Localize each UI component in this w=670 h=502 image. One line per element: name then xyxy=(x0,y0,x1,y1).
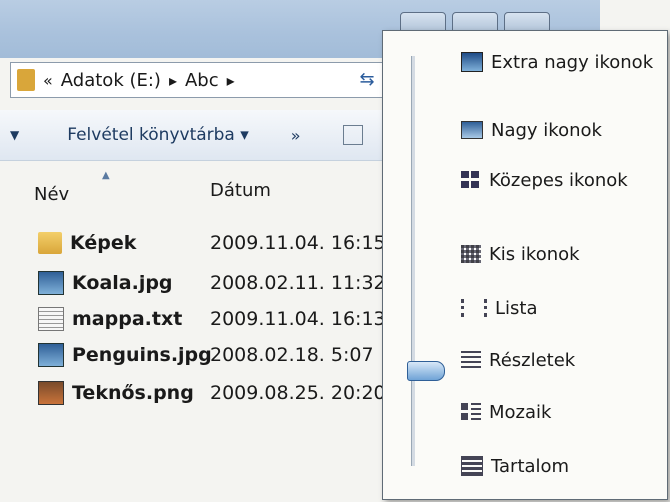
column-header-name[interactable]: Név xyxy=(34,184,69,205)
breadcrumb-separator-icon[interactable]: ▸ xyxy=(227,71,235,90)
overflow-chevron[interactable]: « xyxy=(43,71,53,90)
file-row[interactable]: Koala.jpg 2008.02.11. 11:32 xyxy=(38,268,398,298)
details-icon xyxy=(461,351,481,369)
menu-item-label: Közepes ikonok xyxy=(489,169,628,191)
tiles-icon xyxy=(461,403,481,421)
view-slider-thumb[interactable] xyxy=(407,361,445,381)
file-row[interactable]: mappa.txt 2009.11.04. 16:13 xyxy=(38,304,398,334)
file-date: 2008.02.11. 11:32 xyxy=(210,272,386,294)
menu-item-extra-large-icons[interactable]: Extra nagy ikonok xyxy=(461,47,653,77)
file-name: Koala.jpg xyxy=(72,272,173,294)
list-icon xyxy=(461,299,487,317)
large-icons-icon xyxy=(461,121,483,139)
menu-item-label: Nagy ikonok xyxy=(491,119,602,141)
breadcrumb-separator-icon[interactable]: ▸ xyxy=(169,71,177,90)
folder-icon xyxy=(17,69,35,91)
menu-item-tiles[interactable]: Mozaik xyxy=(461,397,551,427)
image-icon xyxy=(38,271,64,295)
views-icon[interactable] xyxy=(342,125,363,145)
file-row[interactable]: Teknős.png 2009.08.25. 20:20 xyxy=(38,378,398,408)
command-toolbar: ▼ Felvétel könyvtárba ▾ » xyxy=(0,110,390,161)
sort-ascending-icon: ▲ xyxy=(102,170,110,181)
file-name: Képek xyxy=(70,232,137,254)
menu-item-label: Extra nagy ikonok xyxy=(491,51,654,73)
column-header-date[interactable]: Dátum xyxy=(210,180,271,201)
column-headers: Név ▲ Dátum xyxy=(0,170,390,210)
organize-dropdown-icon[interactable]: ▼ xyxy=(10,128,19,142)
image-icon xyxy=(38,343,64,367)
file-date: 2009.08.25. 20:20 xyxy=(210,382,386,404)
menu-item-large-icons[interactable]: Nagy ikonok xyxy=(461,115,602,145)
extra-large-icons-icon xyxy=(461,52,483,72)
menu-item-content[interactable]: Tartalom xyxy=(461,451,569,481)
text-file-icon xyxy=(38,307,64,331)
address-bar[interactable]: « Adatok (E:) ▸ Abc ▸ xyxy=(10,62,384,98)
folder-icon xyxy=(38,232,62,254)
file-name: mappa.txt xyxy=(72,308,183,330)
breadcrumb-segment-drive[interactable]: Adatok (E:) xyxy=(61,70,161,91)
refresh-icon[interactable]: ⇆ xyxy=(350,62,384,96)
more-commands-button[interactable]: » xyxy=(291,126,301,145)
view-menu: Extra nagy ikonok Nagy ikonok Közepes ik… xyxy=(382,30,668,500)
breadcrumb-segment-folder[interactable]: Abc xyxy=(185,70,219,91)
small-icons-icon xyxy=(461,245,481,263)
include-in-library-button[interactable]: Felvétel könyvtárba ▾ xyxy=(67,125,249,145)
view-slider-track[interactable] xyxy=(411,56,415,466)
file-date: 2009.11.04. 16:13 xyxy=(210,308,386,330)
menu-item-small-icons[interactable]: Kis ikonok xyxy=(461,239,580,269)
file-name: Teknős.png xyxy=(72,382,194,404)
menu-item-label: Lista xyxy=(495,297,538,319)
menu-item-label: Mozaik xyxy=(489,401,552,423)
content-icon xyxy=(461,456,483,476)
file-name: Penguins.jpg xyxy=(72,344,212,366)
file-date: 2008.02.18. 5:07 xyxy=(210,344,374,366)
file-row[interactable]: Képek 2009.11.04. 16:15 xyxy=(38,228,398,258)
medium-icons-icon xyxy=(461,171,481,189)
menu-item-list[interactable]: Lista xyxy=(461,293,538,323)
menu-item-label: Részletek xyxy=(489,349,576,371)
file-date: 2009.11.04. 16:15 xyxy=(210,232,386,254)
menu-item-label: Kis ikonok xyxy=(489,243,580,265)
menu-item-label: Tartalom xyxy=(491,455,570,477)
file-row[interactable]: Penguins.jpg 2008.02.18. 5:07 xyxy=(38,340,398,370)
menu-item-medium-icons[interactable]: Közepes ikonok xyxy=(461,165,628,195)
menu-item-details[interactable]: Részletek xyxy=(461,345,575,375)
image-icon xyxy=(38,381,64,405)
